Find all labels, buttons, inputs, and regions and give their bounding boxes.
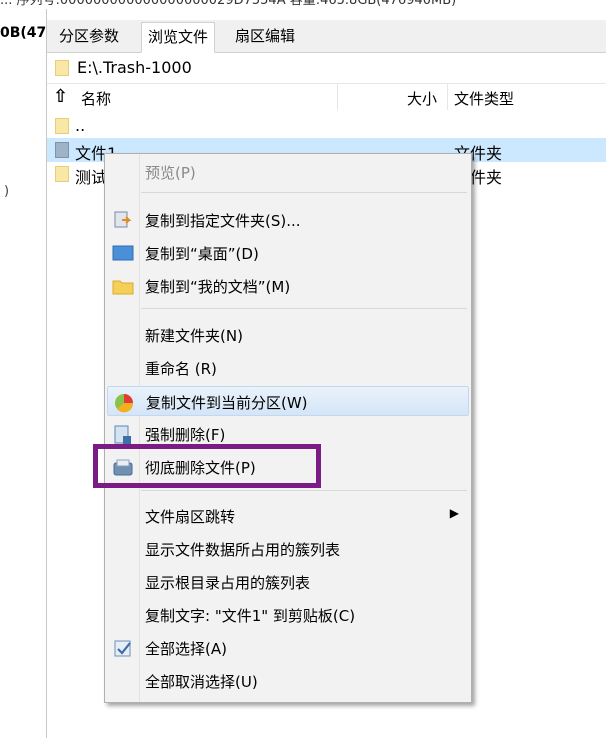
menu-separator [141,490,467,491]
tab-browse-files[interactable]: 浏览文件 [141,22,216,53]
column-type[interactable]: 文件类型 [454,88,514,109]
partition-pie-icon [113,393,135,413]
tab-partition-params[interactable]: 分区参数 [53,22,125,51]
menu-item-label: 文件扇区跳转 [145,508,236,526]
menu-item-copy-text[interactable]: 复制文字: "文件1" 到剪贴板(C) [107,600,469,630]
menu-item-copy-to-desktop[interactable]: 复制到“桌面”(D) [107,238,469,268]
folder-icon [55,166,69,182]
top-info-strip: ... 序列号:000000000000000000029D7554A 容量:4… [0,0,606,9]
column-separator[interactable] [337,84,338,110]
file-list-header: ⇧ 名称 大小 文件类型 [47,84,606,112]
checkbox-icon [112,639,134,657]
disk-tree-pane[interactable]: 0B(47 ) [0,9,46,738]
menu-separator [141,308,467,309]
parent-folder-icon [55,118,69,134]
menu-item-show-root-clusters[interactable]: 显示根目录占用的簇列表 [107,567,469,597]
context-menu: 预览(P) 复制到指定文件夹(S)... 复制到“桌面”(D) 复制到“我的文档… [104,153,472,703]
menu-item-label: 预览(P) [145,164,196,182]
menu-item-deselect-all[interactable]: 全部取消选择(U) [107,666,469,696]
highlight-annotation-box [93,444,321,488]
menu-separator [141,192,467,193]
folder-icon [55,60,69,76]
menu-item-select-all[interactable]: 全部选择(A) [107,633,469,663]
menu-item-copy-to-folder[interactable]: 复制到指定文件夹(S)... [107,205,469,235]
file-name: 测试 [75,168,108,187]
menu-item-label: 复制到“我的文档”(M) [145,278,291,296]
tab-bar: 分区参数 浏览文件 扇区编辑 [47,20,606,53]
menu-item-label: 复制到“桌面”(D) [145,245,259,263]
column-separator[interactable] [447,84,448,110]
menu-item-label: 重命名 (R) [145,360,217,378]
menu-item-copy-to-documents[interactable]: 复制到“我的文档”(M) [107,271,469,301]
force-delete-icon [112,425,134,444]
column-size[interactable]: 大小 [407,88,437,109]
path-bar[interactable]: E:\.Trash-1000 [47,53,606,84]
desktop-icon [112,244,134,262]
column-name[interactable]: 名称 [81,88,111,109]
folder-icon [55,142,69,158]
top-info-text: ... 序列号:000000000000000000029D7554A 容量:4… [0,0,457,8]
menu-item-label: 复制文件到当前分区(W) [146,394,308,412]
menu-item-label: 全部取消选择(U) [145,673,258,691]
menu-item-label: 新建文件夹(N) [145,327,243,345]
menu-item-new-folder[interactable]: 新建文件夹(N) [107,320,469,350]
documents-folder-icon [112,277,134,295]
menu-item-preview[interactable]: 预览(P) [107,157,469,187]
menu-item-label: 复制文字: "文件1" 到剪贴板(C) [145,607,356,625]
tree-mark: ) [4,184,10,199]
file-row-parent[interactable]: .. [47,114,606,138]
menu-item-label: 显示文件数据所占用的簇列表 [145,541,341,559]
menu-item-rename[interactable]: 重命名 (R) [107,353,469,383]
menu-item-sector-jump[interactable]: 文件扇区跳转 ▶ [107,501,469,531]
menu-item-label: 强制删除(F) [145,426,226,444]
copy-to-folder-icon [112,211,134,229]
submenu-arrow-icon: ▶ [449,506,459,520]
file-name: .. [75,116,86,135]
menu-item-label: 显示根目录占用的簇列表 [145,574,311,592]
disk-label: 0B(47 [0,25,47,41]
menu-item-label: 复制到指定文件夹(S)... [145,212,301,230]
menu-item-label: 全部选择(A) [145,640,227,658]
menu-item-show-file-clusters[interactable]: 显示文件数据所占用的簇列表 [107,534,469,564]
tab-sector-edit[interactable]: 扇区编辑 [229,22,301,51]
up-arrow-icon[interactable]: ⇧ [53,86,68,108]
menu-item-copy-to-current-partition[interactable]: 复制文件到当前分区(W) [107,386,469,416]
current-path: E:\.Trash-1000 [77,58,192,77]
